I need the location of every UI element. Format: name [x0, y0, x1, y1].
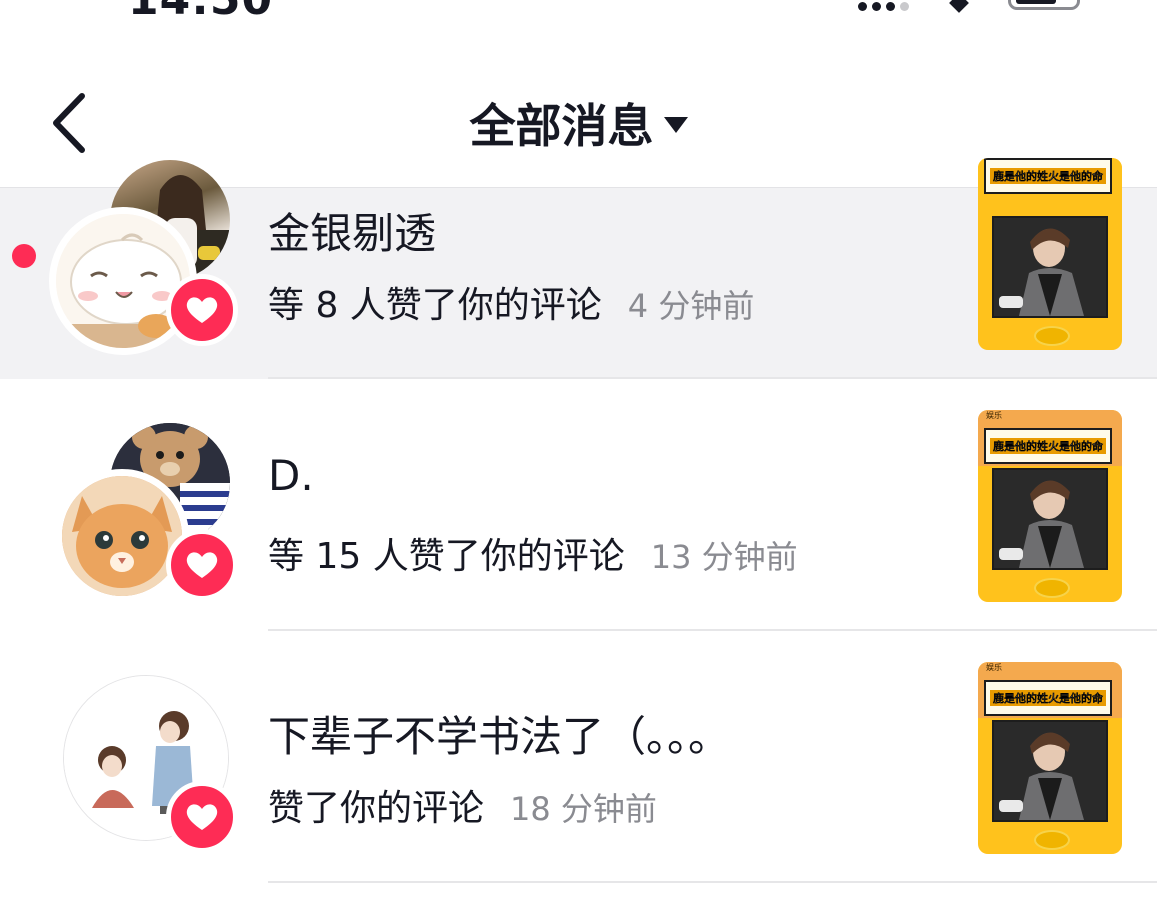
notification-item[interactable]: 下辈子不学书法了（。。。 赞了你的评论 18 分钟前 娱乐 鹿是他的姓火是他的命	[0, 631, 1157, 883]
notification-list: 金银剔透 等 8 人赞了你的评论 4 分钟前 鹿是他的姓火是他的命 D. 等 1…	[0, 158, 1157, 883]
notification-item[interactable]: D. 等 15 人赞了你的评论 13 分钟前 娱乐 鹿是他的姓火是他的命	[0, 379, 1157, 631]
thumbnail-photo	[992, 720, 1108, 822]
thumbnail-caption: 鹿是他的姓火是他的命	[984, 680, 1112, 716]
notification-username: D.	[268, 451, 314, 500]
notification-time: 13 分钟前	[650, 538, 798, 576]
like-badge	[166, 529, 238, 601]
notification-username: 金银剔透	[268, 209, 437, 258]
wifi-icon	[949, 0, 969, 13]
video-thumbnail[interactable]: 娱乐 鹿是他的姓火是他的命	[978, 662, 1122, 854]
notification-description: 赞了你的评论 18 分钟前	[268, 779, 657, 831]
thumbnail-caption: 鹿是他的姓火是他的命	[984, 428, 1112, 464]
video-thumbnail[interactable]: 娱乐 鹿是他的姓火是他的命	[978, 410, 1122, 602]
coin-icon	[1034, 830, 1070, 850]
like-badge	[166, 274, 238, 346]
notification-item[interactable]: 金银剔透 等 8 人赞了你的评论 4 分钟前 鹿是他的姓火是他的命	[0, 158, 1157, 379]
notification-username: 下辈子不学书法了（。。。	[268, 712, 731, 761]
status-bar: 14:50	[0, 0, 1157, 30]
cellular-signal-icon	[858, 2, 909, 11]
notification-text: 赞了你的评论	[268, 788, 485, 829]
coin-icon	[1034, 326, 1070, 346]
page-title: 全部消息	[469, 99, 654, 153]
coin-icon	[1034, 578, 1070, 598]
battery-icon	[1008, 0, 1080, 10]
notification-description: 等 8 人赞了你的评论 4 分钟前	[268, 276, 754, 328]
notification-time: 18 分钟前	[510, 790, 657, 828]
heart-icon	[186, 804, 218, 830]
notification-text: 等 15 人赞了你的评论	[268, 536, 625, 577]
heart-icon	[186, 297, 218, 323]
avatar[interactable]	[55, 469, 189, 603]
unread-dot	[12, 244, 36, 268]
thumbnail-photo	[992, 468, 1108, 570]
caret-down-icon	[663, 117, 688, 133]
like-badge	[166, 781, 238, 853]
notification-text: 等 8 人赞了你的评论	[268, 285, 602, 326]
thumbnail-caption: 鹿是他的姓火是他的命	[984, 158, 1112, 194]
status-time: 14:50	[128, 0, 273, 25]
notification-time: 4 分钟前	[627, 287, 755, 325]
message-filter-dropdown[interactable]: 全部消息	[470, 90, 688, 156]
heart-icon	[186, 552, 218, 578]
thumbnail-brand: 娱乐	[986, 663, 1002, 672]
row-divider	[268, 881, 1157, 883]
thumbnail-brand: 娱乐	[986, 411, 1002, 420]
notification-description: 等 15 人赞了你的评论 13 分钟前	[268, 527, 798, 579]
thumbnail-photo	[992, 216, 1108, 318]
video-thumbnail[interactable]: 鹿是他的姓火是他的命	[978, 158, 1122, 350]
